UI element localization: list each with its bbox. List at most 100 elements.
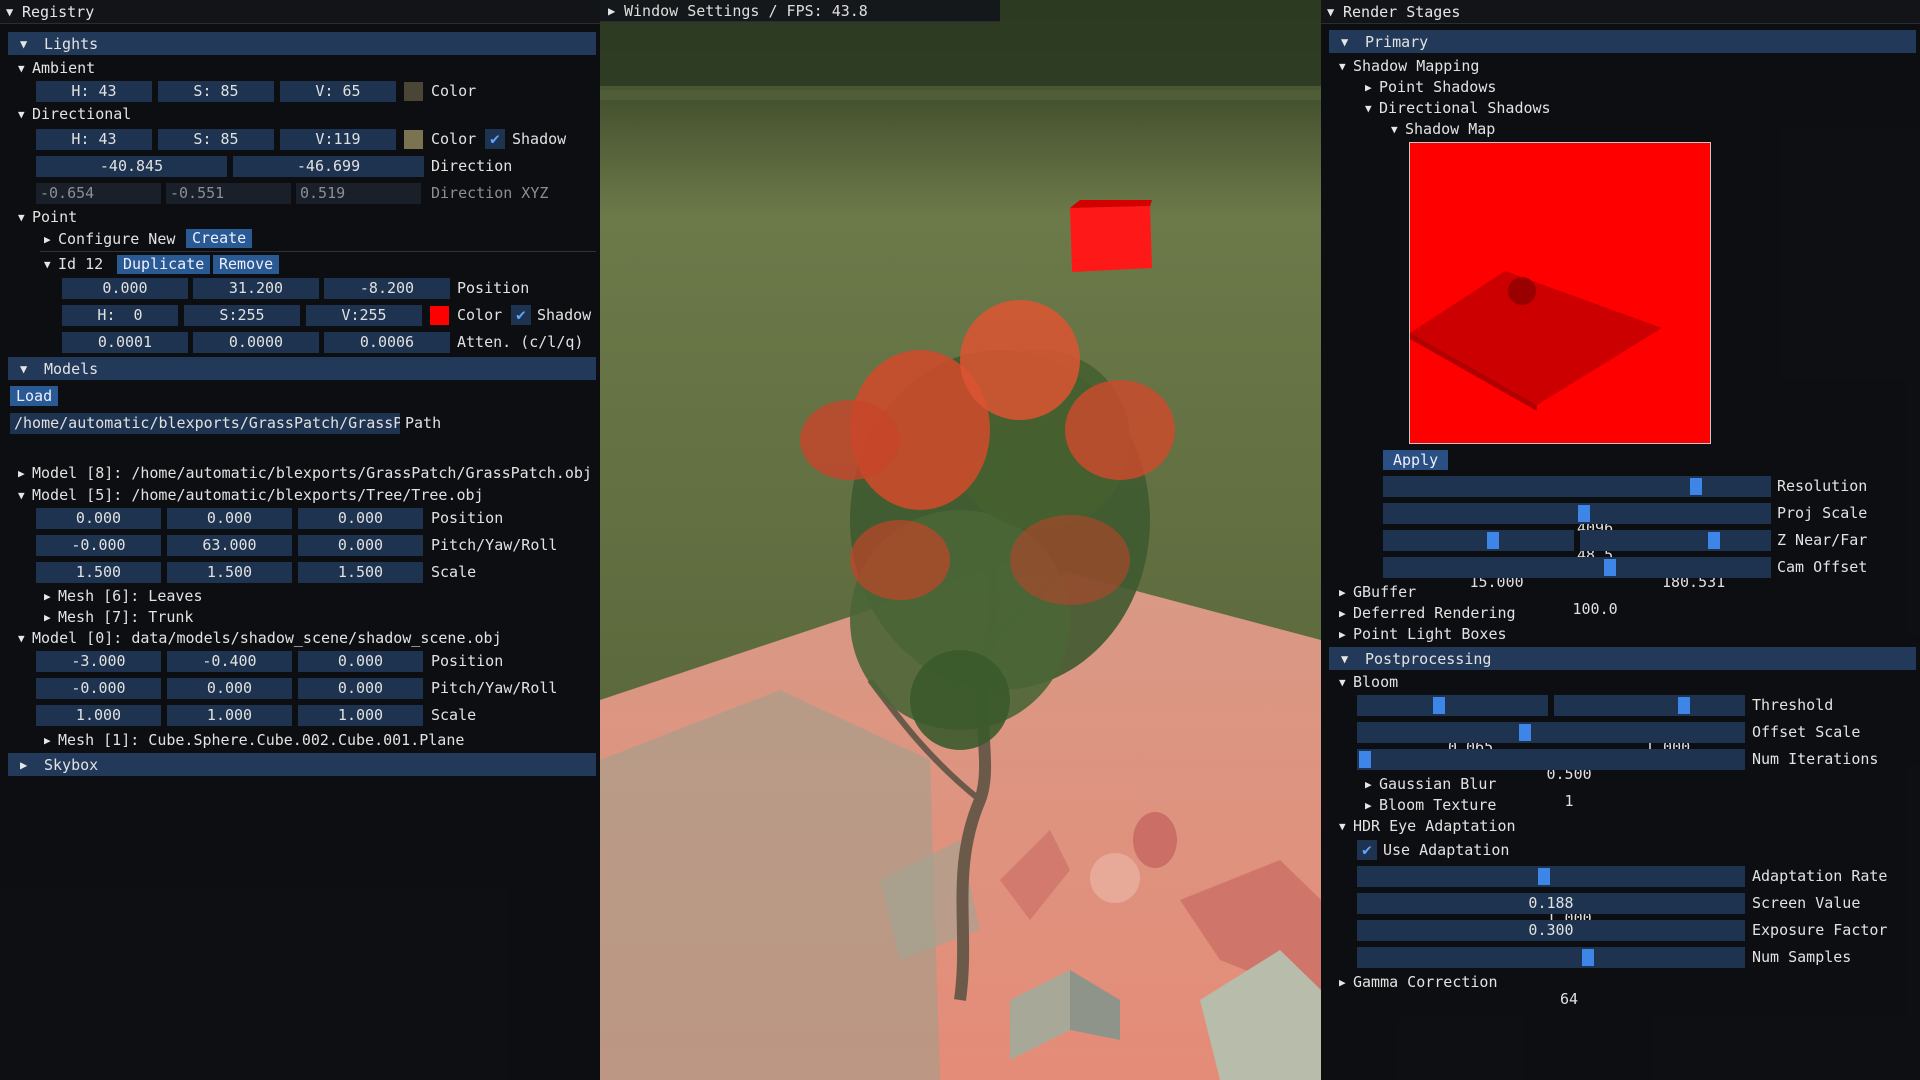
ambient-h-field[interactable]: H: 43: [36, 81, 152, 102]
proj-scale-slider[interactable]: 48.5: [1383, 503, 1771, 564]
model-5-pos-x[interactable]: 0.000: [36, 508, 161, 529]
model-5-scale-x[interactable]: 1.500: [36, 562, 161, 583]
ambient-v-field[interactable]: V: 65: [280, 81, 396, 102]
point-shadow-checkbox[interactable]: ✔: [511, 305, 531, 325]
slider-grab[interactable]: [1487, 532, 1499, 549]
shadow-map-node[interactable]: ▼ Shadow Map: [1391, 119, 1495, 139]
direction-field-2[interactable]: -46.699: [233, 156, 424, 177]
ambient-s-field[interactable]: S: 85: [158, 81, 274, 102]
slider-grab[interactable]: [1678, 697, 1690, 714]
directional-h-field[interactable]: H: 43: [36, 129, 152, 150]
mesh-6-node[interactable]: ▶ Mesh [6]: Leaves: [44, 586, 203, 606]
model-5-yaw[interactable]: 63.000: [167, 535, 292, 556]
slider-grab[interactable]: [1433, 697, 1445, 714]
mesh-1-node[interactable]: ▶ Mesh [1]: Cube.Sphere.Cube.002.Cube.00…: [44, 730, 464, 750]
use-adaptation-checkbox[interactable]: ✔: [1357, 840, 1377, 860]
primary-header[interactable]: ▼ Primary: [1329, 30, 1916, 53]
model-0-pos-y[interactable]: -0.400: [167, 651, 292, 672]
load-button[interactable]: Load: [10, 386, 59, 406]
model-5-scale-z[interactable]: 1.500: [298, 562, 423, 583]
slider-grab[interactable]: [1582, 949, 1594, 966]
model-5-scale-y[interactable]: 1.500: [167, 562, 292, 583]
deferred-rendering-node[interactable]: ▶ Deferred Rendering: [1339, 603, 1516, 623]
model-0-yaw[interactable]: 0.000: [167, 678, 292, 699]
screen-value-field[interactable]: 0.188: [1357, 893, 1745, 914]
threshold-slider-2[interactable]: 1.000: [1554, 695, 1745, 756]
point-node[interactable]: ▼ Point: [18, 207, 77, 227]
slider-grab[interactable]: [1708, 532, 1720, 549]
model-0-pitch[interactable]: -0.000: [36, 678, 161, 699]
directional-node[interactable]: ▼ Directional: [18, 104, 131, 124]
direction-field-1[interactable]: -40.845: [36, 156, 227, 177]
hdr-eye-adaptation-node[interactable]: ▼ HDR Eye Adaptation: [1339, 816, 1516, 836]
directional-shadow-checkbox[interactable]: ✔: [485, 129, 505, 149]
offset-scale-slider[interactable]: 0.500: [1357, 722, 1745, 783]
slider-grab[interactable]: [1359, 751, 1371, 768]
bloom-texture-node[interactable]: ▶ Bloom Texture: [1365, 795, 1496, 815]
configure-new-node[interactable]: ▶ Configure New: [44, 229, 175, 249]
gbuffer-node[interactable]: ▶ GBuffer: [1339, 582, 1416, 602]
point-s-field[interactable]: S:255: [184, 305, 300, 326]
render-stages-titlebar[interactable]: ▼ Render Stages: [1321, 0, 1920, 24]
model-0-scale-y[interactable]: 1.000: [167, 705, 292, 726]
expanded-arrow-icon[interactable]: ▼: [6, 5, 22, 19]
model-5-roll[interactable]: 0.000: [298, 535, 423, 556]
model-5-pitch[interactable]: -0.000: [36, 535, 161, 556]
exposure-factor-field[interactable]: 0.300: [1357, 920, 1745, 941]
lights-header[interactable]: ▼ Lights: [8, 32, 596, 55]
point-h-field[interactable]: H: 0: [62, 305, 178, 326]
z-far-slider[interactable]: 180.531: [1580, 530, 1771, 591]
atten-quadratic[interactable]: 0.0006: [324, 332, 450, 353]
resolution-slider[interactable]: 4096: [1383, 476, 1771, 537]
window-settings-bar[interactable]: ▶ Window Settings / FPS: 43.8: [600, 0, 1000, 22]
model-0-scale-x[interactable]: 1.000: [36, 705, 161, 726]
cam-offset-slider[interactable]: 100.0: [1383, 557, 1771, 618]
slider-grab[interactable]: [1604, 559, 1616, 576]
remove-button[interactable]: Remove: [213, 255, 280, 274]
ambient-color-swatch[interactable]: [404, 82, 423, 101]
point-pos-y[interactable]: 31.200: [193, 278, 319, 299]
directional-v-field[interactable]: V:119: [280, 129, 396, 150]
model-8-node[interactable]: ▶ Model [8]: /home/automatic/blexports/G…: [18, 463, 592, 483]
z-near-slider[interactable]: 15.000: [1383, 530, 1574, 591]
slider-grab[interactable]: [1538, 868, 1550, 885]
path-input[interactable]: /home/automatic/blexports/GrassPatch/Gra…: [10, 413, 400, 434]
point-pos-z[interactable]: -8.200: [324, 278, 450, 299]
model-0-roll[interactable]: 0.000: [298, 678, 423, 699]
shadow-mapping-node[interactable]: ▼ Shadow Mapping: [1339, 56, 1479, 76]
point-pos-x[interactable]: 0.000: [62, 278, 188, 299]
registry-titlebar[interactable]: ▼ Registry: [0, 0, 600, 24]
adaptation-rate-slider[interactable]: 1.000: [1357, 866, 1745, 927]
model-5-pos-z[interactable]: 0.000: [298, 508, 423, 529]
ambient-node[interactable]: ▼ Ambient: [18, 58, 95, 78]
atten-constant[interactable]: 0.0001: [62, 332, 188, 353]
model-5-node[interactable]: ▼ Model [5]: /home/automatic/blexports/T…: [18, 485, 484, 505]
create-button[interactable]: Create: [186, 229, 253, 248]
point-shadows-node[interactable]: ▶ Point Shadows: [1365, 77, 1496, 97]
atten-linear[interactable]: 0.0000: [193, 332, 319, 353]
postprocessing-header[interactable]: ▼ Postprocessing: [1329, 647, 1916, 670]
slider-grab[interactable]: [1578, 505, 1590, 522]
skybox-header[interactable]: ▶ Skybox: [8, 753, 596, 776]
slider-grab[interactable]: [1690, 478, 1702, 495]
mesh-7-node[interactable]: ▶ Mesh [7]: Trunk: [44, 607, 193, 627]
point-v-field[interactable]: V:255: [306, 305, 422, 326]
model-0-pos-x[interactable]: -3.000: [36, 651, 161, 672]
point-id-node[interactable]: ▼ Id 12: [44, 254, 103, 274]
directional-shadows-node[interactable]: ▼ Directional Shadows: [1365, 98, 1551, 118]
directional-color-swatch[interactable]: [404, 130, 423, 149]
scene-viewport[interactable]: [600, 0, 1321, 1080]
point-light-boxes-node[interactable]: ▶ Point Light Boxes: [1339, 624, 1507, 644]
bloom-node[interactable]: ▼ Bloom: [1339, 672, 1398, 692]
threshold-slider-1[interactable]: 0.065: [1357, 695, 1548, 756]
model-5-pos-y[interactable]: 0.000: [167, 508, 292, 529]
duplicate-button[interactable]: Duplicate: [117, 255, 211, 274]
directional-s-field[interactable]: S: 85: [158, 129, 274, 150]
model-0-scale-z[interactable]: 1.000: [298, 705, 423, 726]
apply-button[interactable]: Apply: [1383, 450, 1449, 470]
point-color-swatch[interactable]: [430, 306, 449, 325]
gamma-correction-node[interactable]: ▶ Gamma Correction: [1339, 972, 1498, 992]
num-iterations-slider[interactable]: 1: [1357, 749, 1745, 810]
gaussian-blur-node[interactable]: ▶ Gaussian Blur: [1365, 774, 1496, 794]
model-0-pos-z[interactable]: 0.000: [298, 651, 423, 672]
